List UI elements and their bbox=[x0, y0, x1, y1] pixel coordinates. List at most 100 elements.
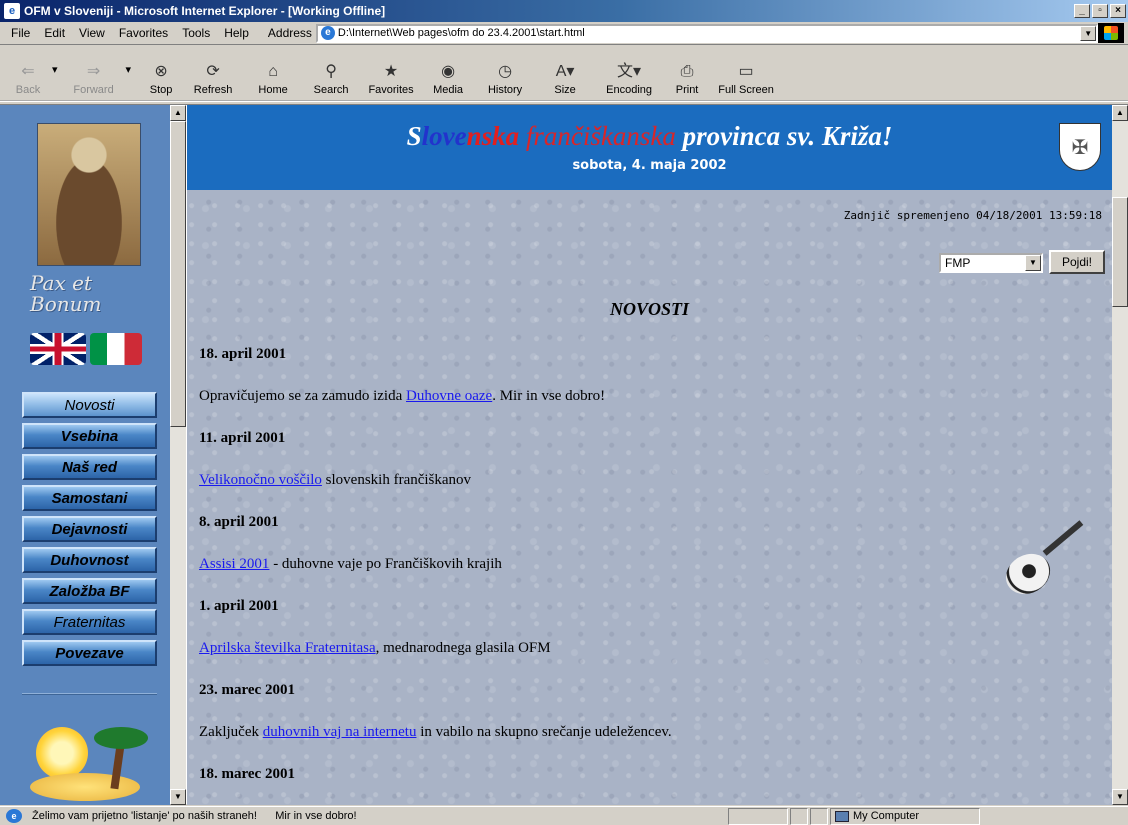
scroll-thumb[interactable] bbox=[1112, 197, 1128, 307]
status-bar: e Želimo vam prijetno 'listanje' po naši… bbox=[0, 806, 1128, 825]
italy-flag-icon[interactable] bbox=[90, 333, 142, 365]
scroll-down-button[interactable]: ▼ bbox=[170, 789, 186, 805]
size-label: Size bbox=[554, 84, 576, 96]
chevron-down-icon[interactable]: ▼ bbox=[1025, 255, 1041, 271]
favorites-button[interactable]: ★ Favorites bbox=[361, 60, 421, 96]
close-button[interactable]: × bbox=[1110, 4, 1126, 18]
scroll-thumb[interactable] bbox=[170, 121, 186, 427]
news-item: Velikonočno voščilo slovenskih frančiška… bbox=[199, 467, 1079, 494]
title-part-provinca: provinca sv. Križa! bbox=[675, 121, 893, 151]
history-label: History bbox=[487, 84, 523, 96]
menu-bar: File Edit View Favorites Tools Help Addr… bbox=[0, 22, 1128, 45]
nav-povezave[interactable]: Povezave bbox=[22, 640, 157, 666]
menu-help[interactable]: Help bbox=[217, 24, 256, 42]
refresh-button[interactable]: ⟳ Refresh bbox=[183, 60, 243, 96]
news-date: 11. april 2001 bbox=[199, 430, 286, 446]
nav-novosti[interactable]: Novosti bbox=[22, 392, 157, 418]
news-date: 8. april 2001 bbox=[199, 514, 279, 530]
title-part-love: love bbox=[421, 121, 467, 151]
news-link[interactable]: Duhovne oaze bbox=[406, 388, 492, 404]
nav-zalozba-bf[interactable]: Založba BF bbox=[22, 578, 157, 604]
media-button[interactable]: ◉ Media bbox=[423, 60, 473, 96]
fullscreen-label: Full Screen bbox=[718, 84, 774, 96]
address-dropdown-button[interactable]: ▼ bbox=[1080, 25, 1097, 41]
scroll-up-button[interactable]: ▲ bbox=[1112, 105, 1128, 121]
search-button[interactable]: ⚲ Search bbox=[303, 60, 359, 96]
mandolin-image bbox=[998, 513, 1095, 603]
address-bar[interactable]: e D:\Internet\Web pages\ofm do 23.4.2001… bbox=[315, 23, 1099, 43]
minimize-button[interactable]: _ bbox=[1074, 4, 1090, 18]
encoding-button[interactable]: 文▾ Encoding bbox=[595, 60, 663, 96]
size-button[interactable]: A▾ Size bbox=[537, 60, 593, 96]
home-icon: ⌂ bbox=[268, 63, 278, 80]
news-link[interactable]: duhovnih vaj na internetu bbox=[263, 724, 417, 740]
maximize-button[interactable]: ▫ bbox=[1092, 4, 1108, 18]
news-text-pre: Opravičujemo se za zamudo izida bbox=[199, 388, 406, 404]
scroll-down-button[interactable]: ▼ bbox=[1112, 789, 1128, 805]
back-dropdown-icon[interactable]: ▾ bbox=[52, 63, 58, 76]
nav-duhovnost[interactable]: Duhovnost bbox=[22, 547, 157, 573]
back-arrow-icon: ⇐ bbox=[21, 63, 35, 80]
print-label: Print bbox=[675, 84, 699, 96]
stop-button[interactable]: ⊗ Stop bbox=[141, 60, 181, 96]
jump-select[interactable]: FMP ▼ bbox=[939, 253, 1043, 273]
motto-line-2: Bonum bbox=[30, 292, 102, 316]
news-link[interactable]: Aprilska številka Fraternitasa bbox=[199, 640, 376, 656]
ie-app-icon[interactable]: e bbox=[4, 3, 20, 19]
pax-et-bonum-motto: Pax et Bonum bbox=[30, 273, 101, 315]
news-text-post: - duhovne vaje po Frančiškovih krajih bbox=[269, 556, 502, 572]
news-item: Zaključek duhovnih vaj na internetu in v… bbox=[199, 719, 1079, 746]
security-zone: My Computer bbox=[830, 807, 980, 825]
menu-edit[interactable]: Edit bbox=[37, 24, 72, 42]
news-item: Aprilska številka Fraternitasa, mednarod… bbox=[199, 635, 1079, 662]
nav-dejavnosti[interactable]: Dejavnosti bbox=[22, 516, 157, 542]
nav-vsebina[interactable]: Vsebina bbox=[22, 423, 157, 449]
history-button[interactable]: ◷ History bbox=[475, 60, 535, 96]
island-sand bbox=[30, 773, 140, 801]
news-link[interactable]: Assisi 2001 bbox=[199, 556, 269, 572]
uk-flag-icon[interactable] bbox=[30, 333, 86, 365]
nav-samostani[interactable]: Samostani bbox=[22, 485, 157, 511]
window-title-bar[interactable]: e OFM v Sloveniji - Microsoft Internet E… bbox=[0, 0, 1128, 22]
forward-button[interactable]: ⇒ Forward bbox=[64, 60, 124, 96]
status-cell bbox=[790, 807, 808, 825]
history-icon: ◷ bbox=[498, 63, 513, 80]
zone-label: My Computer bbox=[853, 810, 920, 822]
address-input[interactable]: D:\Internet\Web pages\ofm do 23.4.2001\s… bbox=[338, 27, 1080, 39]
print-button[interactable]: ⎙ Print bbox=[665, 60, 709, 96]
news-text-post: , mednarodnega glasila OFM bbox=[375, 640, 551, 656]
back-button[interactable]: ⇐ Back bbox=[6, 60, 50, 96]
forward-dropdown-icon[interactable]: ▾ bbox=[126, 63, 132, 76]
main-frame-scrollbar[interactable]: ▲ ▼ bbox=[1112, 105, 1128, 805]
forward-label: Forward bbox=[73, 84, 114, 96]
go-button[interactable]: Pojdi! bbox=[1049, 250, 1105, 274]
scroll-up-button[interactable]: ▲ bbox=[170, 105, 186, 121]
nav-nas-red[interactable]: Naš red bbox=[22, 454, 157, 480]
favorites-icon: ★ bbox=[383, 63, 399, 80]
mandolin-body bbox=[998, 546, 1058, 602]
banner-title: Slovenska frančiškanska provinca sv. Kri… bbox=[187, 121, 1112, 152]
refresh-label: Refresh bbox=[193, 84, 233, 96]
st-francis-image bbox=[37, 123, 141, 266]
nav-fraternitas[interactable]: Fraternitas bbox=[22, 609, 157, 635]
nav-divider bbox=[22, 693, 157, 695]
menu-favorites[interactable]: Favorites bbox=[112, 24, 175, 42]
news-date: 18. marec 2001 bbox=[199, 766, 295, 782]
toolbar: ⇐ Back ▾ ⇒ Forward ▾ ⊗ Stop ⟳ Refresh ⌂ … bbox=[0, 46, 1128, 102]
home-button[interactable]: ⌂ Home bbox=[245, 60, 301, 96]
fullscreen-button[interactable]: ▭ Full Screen bbox=[711, 60, 781, 96]
search-label: Search bbox=[313, 84, 349, 96]
language-flags bbox=[30, 333, 142, 365]
news-text-post: slovenskih frančiškanov bbox=[321, 472, 472, 488]
news-link[interactable]: Velikonočno voščilo bbox=[199, 472, 322, 488]
stop-label: Stop bbox=[149, 84, 173, 96]
stop-icon: ⊗ bbox=[154, 63, 168, 80]
title-part-s: S bbox=[406, 121, 422, 151]
search-icon: ⚲ bbox=[325, 63, 337, 80]
menu-file[interactable]: File bbox=[4, 24, 37, 42]
menu-tools[interactable]: Tools bbox=[175, 24, 217, 42]
menu-view[interactable]: View bbox=[72, 24, 112, 42]
banner-date: sobota, 4. maja 2002 bbox=[572, 158, 727, 173]
left-frame-scrollbar[interactable]: ▲ ▼ bbox=[170, 105, 186, 805]
sun-palm-image bbox=[30, 723, 150, 803]
